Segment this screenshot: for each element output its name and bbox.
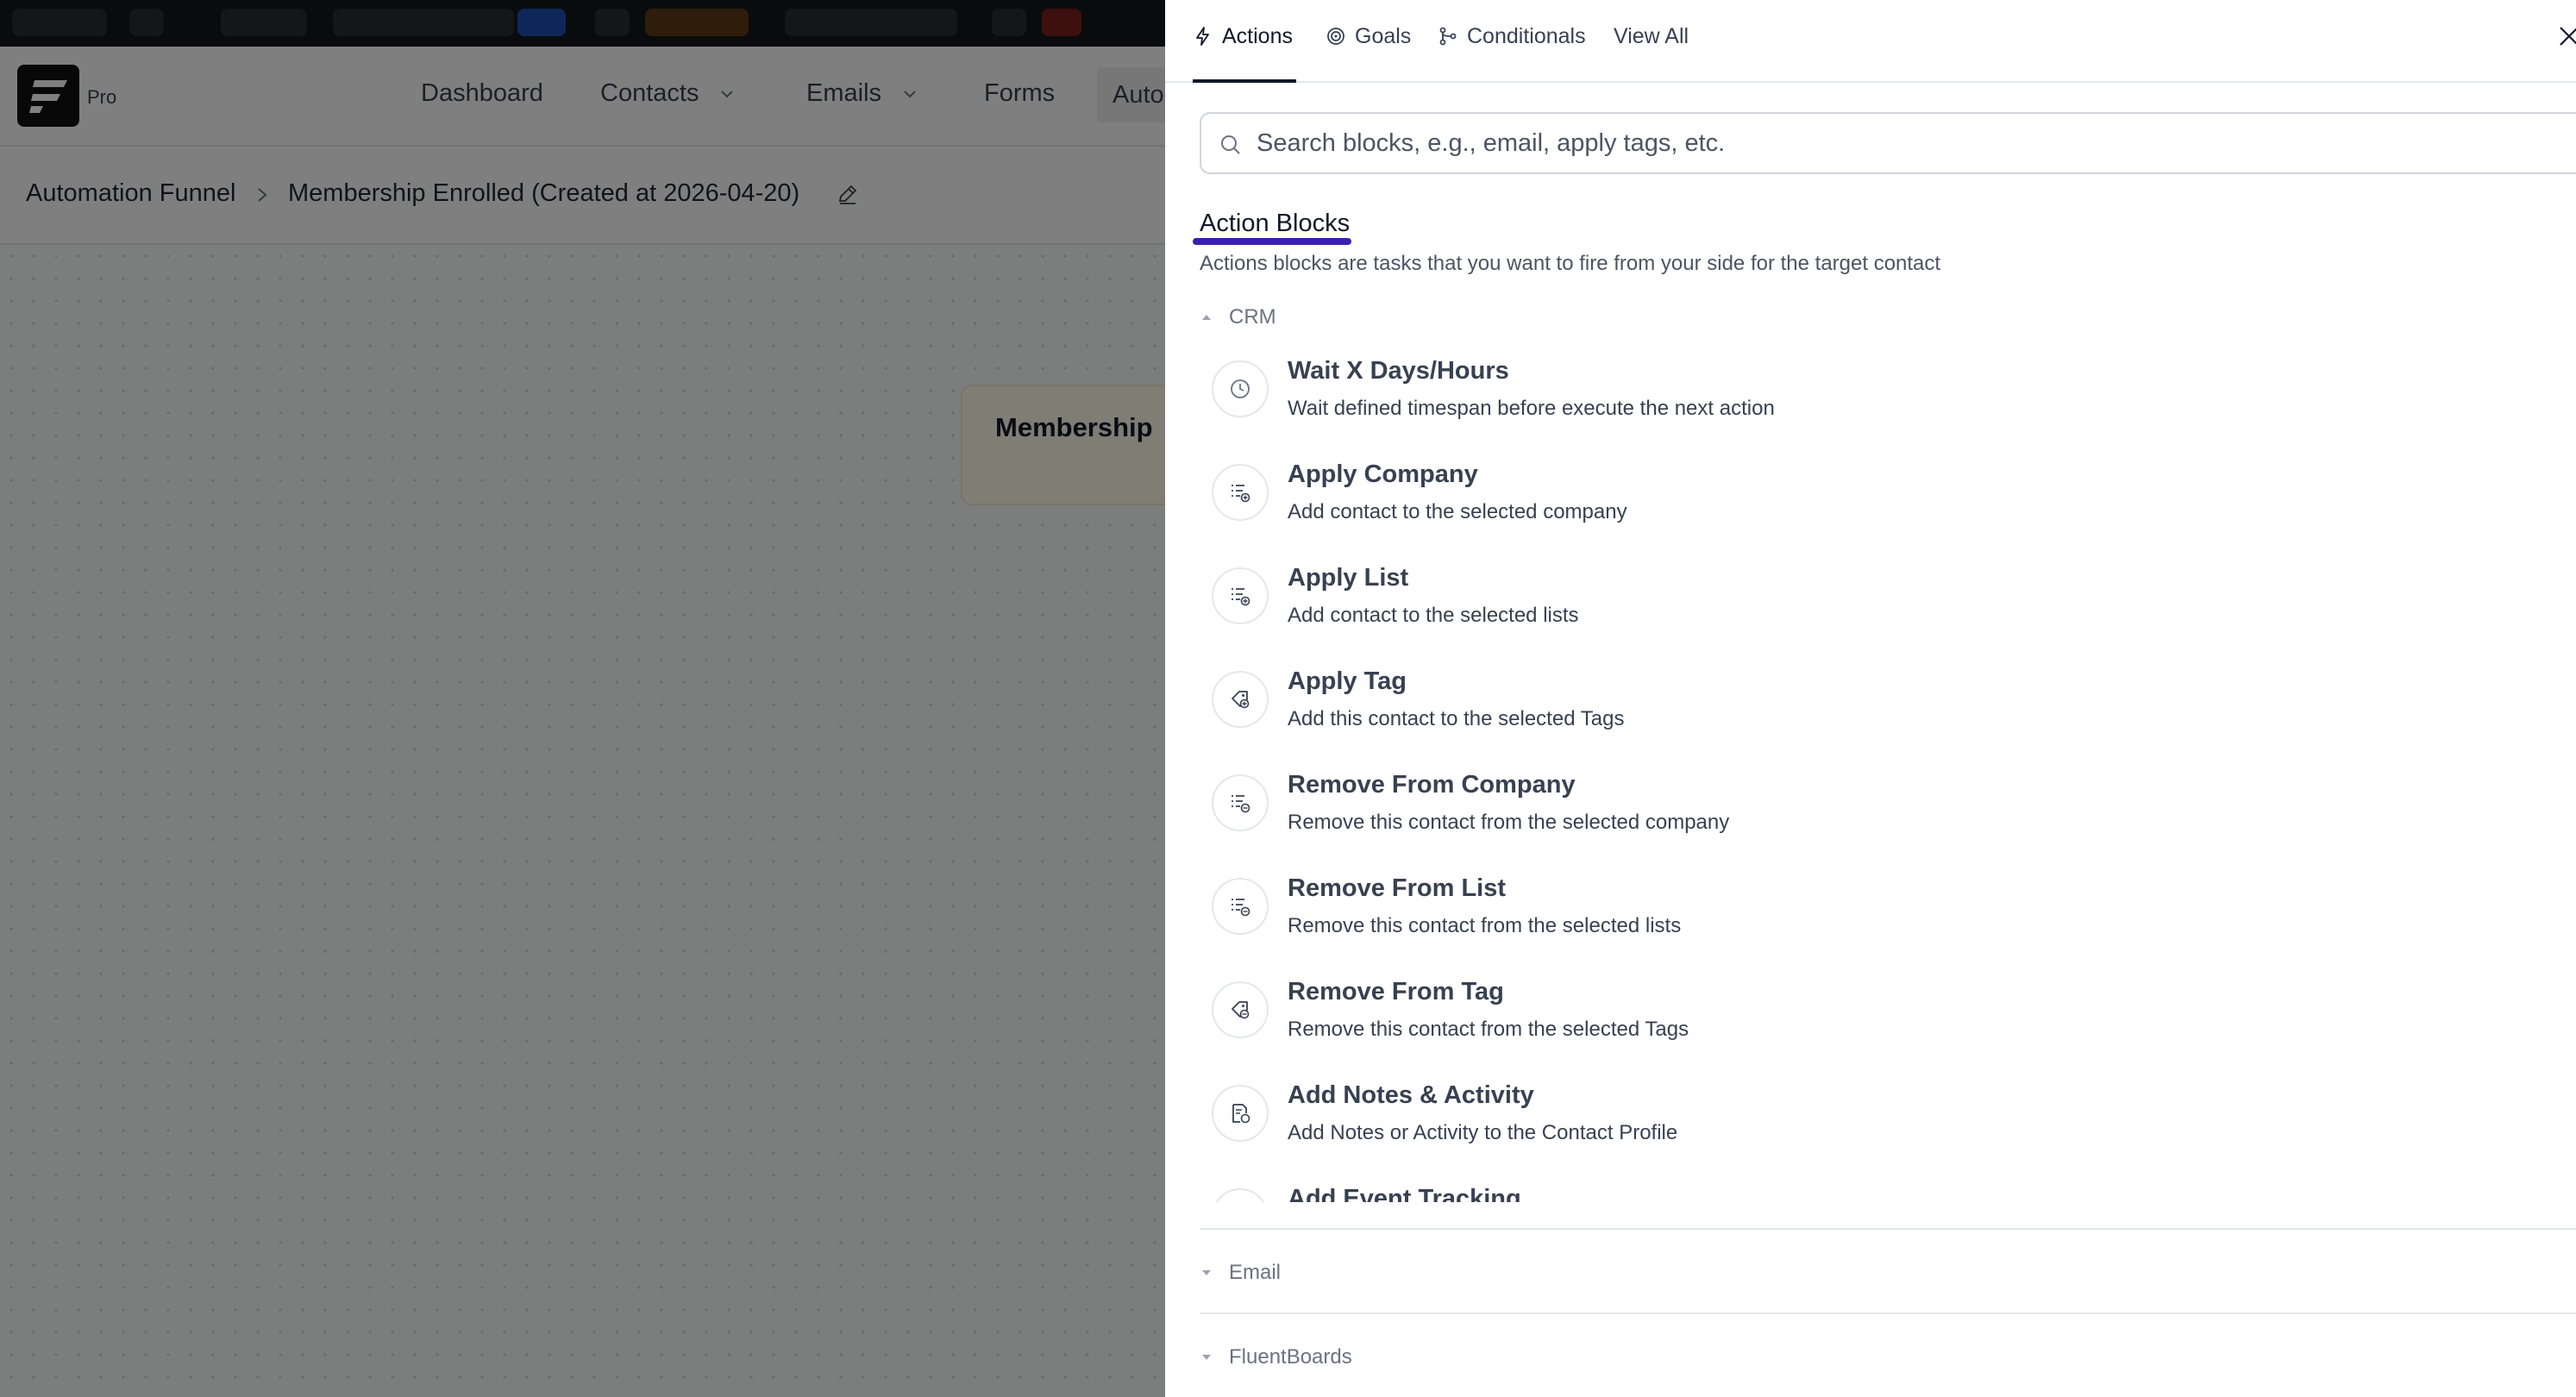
item-icon-wrap xyxy=(1212,567,1269,624)
item-icon-wrap xyxy=(1212,878,1269,935)
tab-label: View All xyxy=(1614,24,1689,48)
target-icon xyxy=(1327,28,1344,45)
tab-view-all[interactable]: View All xyxy=(1614,21,1689,83)
crm-block-list[interactable]: Wait X Days/Hours Wait defined timespan … xyxy=(1165,348,2576,1202)
block-title: Add Event Tracking xyxy=(1288,1185,1521,1202)
tab-goals[interactable]: Goals xyxy=(1326,21,1411,83)
block-item-remove-company[interactable]: Remove From Company Remove this contact … xyxy=(1212,762,2505,849)
block-description: Remove this contact from the selected li… xyxy=(1288,914,1682,937)
list-add-icon xyxy=(1232,485,1250,503)
block-description: Remove this contact from the selected co… xyxy=(1288,811,1730,834)
item-icon-wrap xyxy=(1212,464,1269,521)
branch-icon xyxy=(1439,27,1457,46)
block-title: Wait X Days/Hours xyxy=(1288,357,1509,385)
block-description: Add contact to the selected lists xyxy=(1288,604,1579,627)
search-icon xyxy=(1221,135,1240,154)
section-title-underline xyxy=(1193,238,1351,245)
block-description: Add contact to the selected company xyxy=(1288,500,1627,523)
tab-label: Conditionals xyxy=(1467,24,1586,48)
block-picker-drawer: Actions Goals Conditionals View All Acti… xyxy=(1165,0,2576,1397)
caret-up-icon xyxy=(1202,315,1211,320)
close-icon[interactable] xyxy=(2557,24,2576,48)
block-title: Apply Tag xyxy=(1288,667,1407,695)
block-item-apply-list[interactable]: Apply List Add contact to the selected l… xyxy=(1212,555,2505,642)
item-icon-wrap xyxy=(1212,1085,1269,1142)
group-toggle-fluentboards[interactable]: FluentBoards xyxy=(1200,1345,1352,1369)
block-title: Remove From Tag xyxy=(1288,978,1504,1005)
list-remove-icon xyxy=(1232,795,1250,813)
modal-backdrop[interactable] xyxy=(0,0,1165,1397)
block-item-remove-list[interactable]: Remove From List Remove this contact fro… xyxy=(1212,866,2505,952)
block-title: Apply Company xyxy=(1288,460,1478,488)
search-input[interactable] xyxy=(1257,114,2550,172)
block-description: Remove this contact from the selected Ta… xyxy=(1288,1018,1689,1041)
group-divider xyxy=(1200,1312,2576,1314)
block-title: Remove From List xyxy=(1288,874,1506,902)
tab-conditionals[interactable]: Conditionals xyxy=(1438,21,1586,83)
block-title: Apply List xyxy=(1288,564,1409,592)
group-toggle-email[interactable]: Email xyxy=(1200,1261,1281,1285)
block-item-event-tracking[interactable]: Add Event Tracking xyxy=(1212,1176,2505,1202)
group-label: CRM xyxy=(1229,305,1276,329)
block-title: Remove From Company xyxy=(1288,771,1576,799)
drawer-tabs: Actions Goals Conditionals View All xyxy=(1165,0,2576,83)
block-title: Add Notes & Activity xyxy=(1288,1081,1534,1109)
tab-actions[interactable]: Actions xyxy=(1193,21,1296,83)
group-toggle-crm[interactable]: CRM xyxy=(1200,305,1276,329)
block-item-remove-tag[interactable]: Remove From Tag Remove this contact from… xyxy=(1212,969,2505,1056)
tag-add-icon xyxy=(1232,691,1250,709)
item-icon-wrap xyxy=(1212,671,1269,728)
list-remove-icon xyxy=(1232,899,1250,917)
section-description: Actions blocks are tasks that you want t… xyxy=(1200,252,1941,275)
block-item-apply-tag[interactable]: Apply Tag Add this contact to the select… xyxy=(1212,659,2505,745)
block-search xyxy=(1200,112,2576,174)
item-icon-wrap xyxy=(1212,360,1269,417)
tab-label: Actions xyxy=(1222,24,1293,48)
tab-label: Goals xyxy=(1355,24,1412,48)
item-icon-wrap xyxy=(1212,981,1269,1038)
caret-down-icon xyxy=(1202,1270,1211,1275)
block-item-apply-company[interactable]: Apply Company Add contact to the selecte… xyxy=(1212,452,2505,538)
block-description: Wait defined timespan before execute the… xyxy=(1288,397,1775,420)
tag-remove-icon xyxy=(1232,1001,1250,1019)
list-add-icon xyxy=(1232,588,1250,606)
caret-down-icon xyxy=(1202,1355,1211,1360)
group-label: Email xyxy=(1229,1261,1282,1284)
lightning-icon xyxy=(1196,27,1209,46)
item-icon-wrap xyxy=(1212,1188,1269,1202)
group-label: FluentBoards xyxy=(1229,1345,1352,1369)
block-item-add-notes[interactable]: Add Notes & Activity Add Notes or Activi… xyxy=(1212,1073,2505,1159)
item-icon-wrap xyxy=(1212,774,1269,831)
block-description: Add this contact to the selected Tags xyxy=(1288,707,1625,730)
block-item-wait[interactable]: Wait X Days/Hours Wait defined timespan … xyxy=(1212,348,2505,435)
note-icon xyxy=(1232,1104,1250,1124)
block-description: Add Notes or Activity to the Contact Pro… xyxy=(1288,1121,1678,1144)
screen: Pro Dashboard Contacts Emails Forms Auto… xyxy=(0,0,2576,1397)
section-title: Action Blocks xyxy=(1200,210,1351,237)
clock-icon xyxy=(1231,379,1250,398)
group-divider xyxy=(1200,1228,2576,1230)
